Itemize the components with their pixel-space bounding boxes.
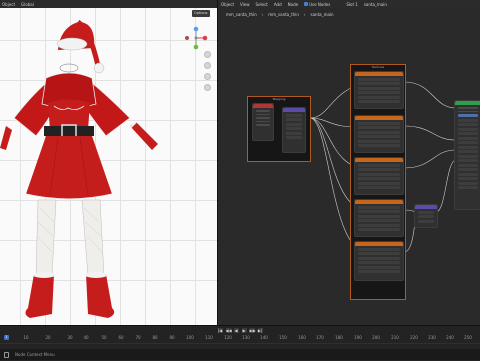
frame-tick: 110 [205,335,213,340]
image-texture-node[interactable] [354,71,404,109]
pan-hand-icon[interactable] [204,62,211,69]
boot-right [86,274,115,318]
status-bar: Node Context Menu [0,349,480,360]
boot-left [25,274,54,318]
prev-keyframe-button[interactable]: ◀◀ [225,327,232,333]
options-button[interactable]: Options [192,10,210,17]
play-button[interactable]: ▶ [241,327,247,333]
grid-view-icon[interactable] [204,84,211,91]
hat-fur-trim [56,37,88,51]
santa-outfit-model[interactable] [0,8,217,325]
viewport-header: Object Global [0,0,217,8]
mapping-frame[interactable]: Mapping [247,96,311,162]
frame-tick: 10 [23,335,29,340]
frame-label: Textures [371,65,385,69]
frame-tick: 40 [83,335,89,340]
transform-orientation-menu[interactable]: Global [21,2,34,7]
shader-node-editor[interactable]: Object View Select Add Node Use Nodes Sl… [218,0,480,325]
frame-tick: 200 [372,335,380,340]
hat-pompom [93,62,105,74]
glove-right [130,122,158,150]
playback-controls: |◀ ◀◀ ◀ ▶ ▶▶ ▶| [0,326,480,334]
frame-tick: 120 [224,335,232,340]
textures-frame[interactable]: Textures [350,64,406,300]
frame-tick: 250 [464,335,472,340]
node-links [309,81,457,253]
principled-bsdf-node[interactable] [454,100,480,210]
navigation-gizmo[interactable] [184,26,208,50]
status-hint: Node Context Menu [15,352,55,357]
frame-tick: 230 [428,335,436,340]
frame-tick: 130 [242,335,250,340]
image-texture-node[interactable] [354,199,404,237]
frame-tick: 100 [186,335,194,340]
frame-tick: 80 [152,335,158,340]
divider [0,343,480,344]
image-texture-node[interactable] [354,157,404,195]
frame-tick: 220 [410,335,418,340]
next-keyframe-button[interactable]: ▶▶ [249,327,256,333]
object-mode-menu[interactable]: Object [2,2,15,7]
frame-tick: 140 [260,335,268,340]
frame-tick: 240 [446,335,454,340]
frame-tick: 210 [391,335,399,340]
zoom-icon[interactable] [204,51,211,58]
frame-tick: 170 [316,335,324,340]
frame-tick: 60 [118,335,124,340]
frame-tick: 50 [101,335,107,340]
viewport-3d[interactable]: Object Global Options [0,0,218,325]
frame-ruler[interactable]: 10 20 30 40 50 60 70 80 90 100 110 120 1… [0,335,480,342]
texture-coordinate-node[interactable] [252,103,274,141]
jump-end-button[interactable]: ▶| [257,327,263,333]
camera-view-icon[interactable] [204,73,211,80]
play-reverse-button[interactable]: ◀ [233,327,239,333]
normal-map-node[interactable] [414,204,438,228]
jump-start-button[interactable]: |◀ [217,327,223,333]
skirt [26,136,112,199]
frame-tick: 70 [135,335,141,340]
image-texture-node[interactable] [354,241,404,281]
frame-tick: 90 [169,335,175,340]
frame-tick: 30 [67,335,73,340]
image-texture-node[interactable] [354,115,404,153]
frame-label: Mapping [272,97,286,101]
mapping-node[interactable] [282,107,306,153]
belt [44,126,94,136]
frame-tick: 190 [354,335,362,340]
frame-tick: 160 [298,335,306,340]
mouse-icon [4,351,9,358]
frame-tick: 180 [335,335,343,340]
glove-left [0,126,12,150]
frame-tick: 150 [279,335,287,340]
frame-tick: 20 [45,335,51,340]
stocking-right [81,199,105,277]
